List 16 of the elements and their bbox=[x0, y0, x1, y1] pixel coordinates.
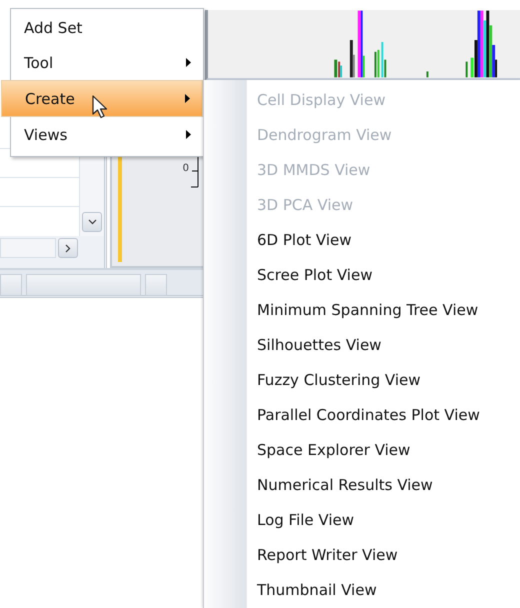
menu-item[interactable]: Tool bbox=[11, 45, 203, 80]
menu-item[interactable]: Create bbox=[1, 80, 203, 117]
axis-tick-label: 0 bbox=[182, 163, 189, 174]
menu-item[interactable]: Fuzzy Clustering View bbox=[257, 362, 480, 397]
menu-item[interactable]: Log File View bbox=[257, 502, 480, 537]
menu-item[interactable]: Scree Plot View bbox=[257, 257, 480, 292]
menu-item[interactable]: Space Explorer View bbox=[257, 432, 480, 467]
menu-item[interactable]: Minimum Spanning Tree View bbox=[257, 292, 480, 327]
menu-item[interactable]: Parallel Coordinates Plot View bbox=[257, 397, 480, 432]
menu-item[interactable]: 6D Plot View bbox=[257, 222, 480, 257]
menu-item[interactable]: Report Writer View bbox=[257, 537, 480, 572]
menu-item[interactable]: Views bbox=[11, 117, 203, 152]
menu-item[interactable]: Silhouettes View bbox=[257, 327, 480, 362]
menu-item[interactable]: Thumbnail View bbox=[257, 572, 480, 607]
menu-item[interactable]: Numerical Results View bbox=[257, 467, 480, 502]
menu-item[interactable]: Add Set bbox=[11, 10, 203, 45]
